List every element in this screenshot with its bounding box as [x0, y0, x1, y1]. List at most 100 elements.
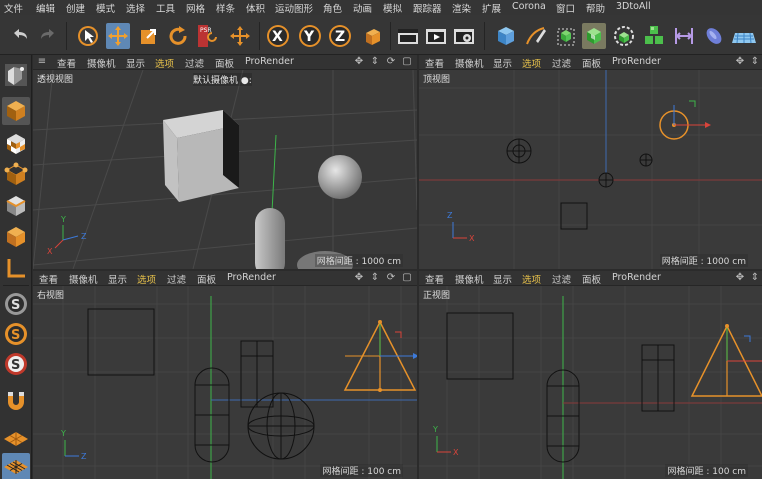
camera-label[interactable]: 默认摄像机 ●: — [193, 73, 252, 86]
render-region-icon[interactable] — [396, 23, 420, 49]
deformer-icon[interactable] — [672, 23, 696, 49]
viewport-menu-prorender[interactable]: ProRender — [227, 272, 276, 283]
cube-object-icon[interactable] — [494, 23, 518, 49]
capsule-object[interactable] — [255, 208, 285, 269]
menu-edit[interactable]: 编辑 — [36, 1, 55, 15]
menu-animation[interactable]: 动画 — [353, 1, 372, 15]
pan-icon[interactable]: ✥ — [353, 56, 365, 68]
viewport-menu-view[interactable]: 查看 — [39, 272, 58, 286]
undo-icon[interactable] — [8, 23, 32, 49]
model-mode-icon[interactable] — [2, 61, 30, 89]
perspective-viewport[interactable]: 查看 摄像机 显示 选项 过滤 面板 ProRender ≡ ✥ ⇕ ⟳ ▢ Y… — [33, 55, 417, 269]
viewport-menu-display[interactable]: 显示 — [126, 56, 145, 70]
capsule-wireframe-right[interactable] — [194, 367, 230, 463]
right-viewport[interactable]: 查看 摄像机 显示 选项 过滤 面板 ProRender ✥ ⇕ ⟳ ▢ Y Z… — [33, 271, 417, 479]
cloner-icon[interactable] — [612, 23, 636, 49]
viewport-menu-panel[interactable]: 面板 — [582, 56, 601, 70]
psr-icon[interactable]: PSR — [196, 23, 220, 49]
right-viewport-canvas[interactable]: Y Z 右视图 网格间距 : 100 cm — [33, 286, 417, 479]
pen-spline-icon[interactable] — [524, 23, 548, 49]
viewport-menu-display[interactable]: 显示 — [493, 56, 512, 70]
menu-simulate[interactable]: 模拟 — [383, 1, 402, 15]
menu-mode[interactable]: 模式 — [96, 1, 115, 15]
viewport-menu-filter[interactable]: 过滤 — [185, 56, 204, 70]
viewport-menu-panel[interactable]: 面板 — [582, 272, 601, 286]
viewport-menu-filter[interactable]: 过滤 — [167, 272, 186, 286]
viewport-menu-prorender[interactable]: ProRender — [612, 56, 661, 67]
maximize-viewport-icon[interactable]: ▢ — [401, 272, 413, 284]
viewport-menu-camera[interactable]: 摄像机 — [455, 56, 484, 70]
point-mode-icon[interactable] — [2, 161, 30, 189]
snap-options-icon[interactable]: S — [2, 350, 30, 378]
viewport-menu-panel[interactable]: 面板 — [197, 272, 216, 286]
scale-tool-icon[interactable] — [136, 23, 160, 49]
viewport-menu-view[interactable]: 查看 — [425, 272, 444, 286]
menu-select[interactable]: 选择 — [126, 1, 145, 15]
viewport-menu-options[interactable]: 选项 — [522, 56, 541, 70]
cube-wireframe-front[interactable] — [446, 312, 514, 380]
cylinder-wireframe-right[interactable] — [240, 340, 274, 408]
zoom-icon[interactable]: ⇕ — [749, 56, 761, 68]
cylinder-wireframe-top[interactable] — [639, 153, 653, 167]
menu-spline[interactable]: 样条 — [216, 1, 235, 15]
viewport-menu-panel[interactable]: 面板 — [215, 56, 234, 70]
nurbs-icon[interactable] — [702, 23, 726, 49]
menu-file[interactable]: 文件 — [4, 1, 23, 15]
viewport-menu-filter[interactable]: 过滤 — [552, 272, 571, 286]
orbit-icon[interactable]: ⟳ — [385, 56, 397, 68]
grid-icon[interactable] — [2, 453, 30, 479]
redo-icon[interactable] — [36, 23, 60, 49]
front-viewport-canvas[interactable]: Y X 正视图 网格间距 : 100 cm — [419, 286, 762, 479]
viewport-menu-options[interactable]: 选项 — [155, 56, 174, 70]
transform-icon[interactable] — [228, 23, 252, 49]
cube-wireframe-right[interactable] — [87, 308, 155, 376]
sphere-wireframe-right[interactable] — [247, 392, 315, 460]
snap-icon[interactable]: S — [2, 290, 30, 318]
zoom-icon[interactable]: ⇕ — [369, 56, 381, 68]
viewport-menu-options[interactable]: 选项 — [137, 272, 156, 286]
menu-render[interactable]: 渲染 — [452, 1, 471, 15]
pan-icon[interactable]: ✥ — [353, 272, 365, 284]
hamburger-icon[interactable]: ≡ — [36, 56, 48, 68]
viewport-menu-options[interactable]: 选项 — [522, 272, 541, 286]
front-viewport[interactable]: 查看 摄像机 显示 选项 过滤 面板 ProRender ✥ ⇕ Y X 正视图… — [419, 271, 762, 479]
x-axis-lock-icon[interactable]: X — [266, 23, 290, 49]
pan-icon[interactable]: ✥ — [734, 56, 746, 68]
z-axis-lock-icon[interactable]: Z — [328, 23, 352, 49]
zoom-icon[interactable]: ⇕ — [749, 272, 761, 284]
orbit-icon[interactable]: ⟳ — [385, 272, 397, 284]
menu-tools[interactable]: 工具 — [156, 1, 175, 15]
menu-extensions[interactable]: 扩展 — [482, 1, 501, 15]
cylinder-wireframe-front[interactable] — [641, 344, 675, 412]
polygon-mode-icon[interactable] — [2, 223, 30, 251]
menu-create[interactable]: 创建 — [66, 1, 85, 15]
floor-icon[interactable] — [732, 23, 756, 49]
menu-3dtoall[interactable]: 3DtoAll — [616, 1, 651, 12]
select-tool-icon[interactable] — [76, 23, 100, 49]
extrude-icon[interactable] — [582, 23, 606, 49]
cone-selected-front[interactable] — [690, 324, 762, 397]
workplane-icon[interactable] — [2, 425, 30, 453]
move-tool-icon[interactable] — [106, 23, 130, 49]
viewport-menu-prorender[interactable]: ProRender — [612, 272, 661, 283]
viewport-menu-filter[interactable]: 过滤 — [552, 56, 571, 70]
magnet-icon[interactable] — [2, 387, 30, 415]
object-mode-icon[interactable] — [2, 97, 30, 125]
y-axis-lock-icon[interactable]: Y — [298, 23, 322, 49]
zoom-icon[interactable]: ⇕ — [369, 272, 381, 284]
sphere-wireframe-top[interactable] — [506, 138, 532, 164]
viewport-menu-view[interactable]: 查看 — [425, 56, 444, 70]
viewport-menu-prorender[interactable]: ProRender — [245, 56, 294, 67]
menu-corona[interactable]: Corona — [512, 1, 546, 12]
viewport-menu-display[interactable]: 显示 — [493, 272, 512, 286]
array-icon[interactable] — [642, 23, 666, 49]
render-view-icon[interactable] — [424, 23, 448, 49]
cube-object[interactable] — [163, 110, 239, 202]
viewport-menu-camera[interactable]: 摄像机 — [87, 56, 116, 70]
uv-mode-icon[interactable] — [2, 254, 30, 282]
subdivision-icon[interactable] — [554, 23, 578, 49]
menu-volume[interactable]: 体积 — [246, 1, 265, 15]
sphere-object[interactable] — [318, 155, 362, 199]
capsule-wireframe-top[interactable] — [598, 172, 614, 188]
top-viewport[interactable]: 查看 摄像机 显示 选项 过滤 面板 ProRender ✥ ⇕ Z X 顶视图… — [419, 55, 762, 269]
